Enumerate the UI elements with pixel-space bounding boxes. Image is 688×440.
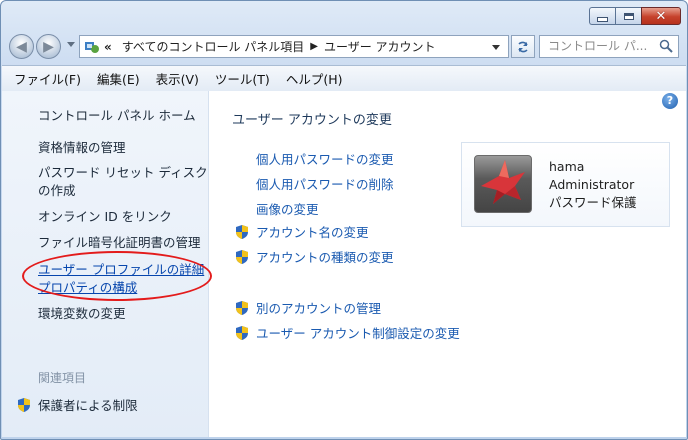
advanced-profile-properties-link-line2[interactable]: プロパティの構成 [38,279,137,297]
change-account-type-row[interactable]: アカウントの種類の変更 [234,247,394,266]
minimize-icon [597,16,608,22]
user-info: hama Administrator パスワード保護 [549,158,637,212]
address-dropdown[interactable] [492,45,500,50]
avatar[interactable] [474,155,532,213]
task-pane: コントロール パネル ホーム 資格情報の管理 パスワード リセット ディスク の… [2,91,212,437]
back-arrow-icon: ◀ [16,38,27,55]
breadcrumb-all-items[interactable]: すべてのコントロール パネル項目 [122,38,305,55]
forward-arrow-icon: ▶ [43,38,54,55]
uac-settings-row[interactable]: ユーザー アカウント制御設定の変更 [234,323,460,342]
menu-help[interactable]: ヘルプ(H) [278,69,351,88]
control-panel-home-link[interactable]: コントロール パネル ホーム [38,105,196,124]
search-placeholder: コントロール パ... [548,39,648,53]
recent-pages-dropdown[interactable] [67,42,75,47]
back-button[interactable]: ◀ [9,34,34,59]
menu-edit[interactable]: 編集(E) [89,69,148,88]
change-account-name-row[interactable]: アカウント名の変更 [234,222,369,241]
password-reset-disk-link[interactable]: パスワード リセット ディスク [38,164,208,182]
user-name: hama [549,159,585,174]
file-encryption-certs-link[interactable]: ファイル暗号化証明書の管理 [38,234,201,252]
refresh-icon [518,41,528,52]
uac-shield-icon [236,224,248,239]
address-bar[interactable]: « すべてのコントロール パネル項目 ▶ ユーザー アカウント [79,35,509,58]
breadcrumb-separator-icon[interactable]: ▶ [310,41,318,52]
environment-variables-link[interactable]: 環境変数の変更 [38,305,126,323]
see-also-header: 関連項目 [38,371,87,385]
origami-crane-icon [481,160,525,204]
uac-shield-icon [236,300,248,315]
uac-shield-icon [18,397,30,412]
uac-shield-icon [236,249,248,264]
manage-other-account-link[interactable]: 別のアカウントの管理 [256,298,381,317]
manage-credentials-link[interactable]: 資格情報の管理 [38,139,126,157]
user-password-status: パスワード保護 [549,195,637,210]
user-role: Administrator [549,177,635,192]
menu-bar: ファイル(F) 編集(E) 表示(V) ツール(T) ヘルプ(H) [2,65,686,92]
search-icon[interactable] [659,39,673,53]
search-input[interactable]: コントロール パ... [539,35,679,58]
uac-shield-icon [236,325,248,340]
address-row: ◀ ▶ « すべてのコントロール パネル項目 ▶ ユーザー アカウント コントロ… [9,33,679,61]
menu-tools[interactable]: ツール(T) [207,69,278,88]
password-reset-disk-link-line2[interactable]: の作成 [38,182,76,200]
breadcrumb-overflow[interactable]: « [104,40,112,54]
advanced-profile-properties-link[interactable]: ユーザー プロファイルの詳細 [38,261,204,279]
refresh-button[interactable] [511,35,535,58]
explorer-window: ✕ ◀ ▶ « すべてのコントロール パネル項目 ▶ ユーザー アカウント コン… [0,0,688,440]
content-area: コントロール パネル ホーム 資格情報の管理 パスワード リセット ディスク の… [2,91,686,437]
change-account-name-link[interactable]: アカウント名の変更 [256,222,369,241]
parental-controls-link[interactable]: 保護者による制限 [38,395,138,414]
page-title: ユーザー アカウントの変更 [232,113,392,128]
parental-controls-row[interactable]: 保護者による制限 [16,395,138,414]
breadcrumb-user-accounts[interactable]: ユーザー アカウント [324,38,436,55]
help-icon[interactable]: ? [662,93,678,109]
menu-file[interactable]: ファイル(F) [2,69,89,88]
change-picture-link[interactable]: 画像の変更 [256,199,319,218]
change-account-type-link[interactable]: アカウントの種類の変更 [256,247,394,266]
user-card: hama Administrator パスワード保護 [461,142,670,227]
menu-view[interactable]: 表示(V) [148,69,207,88]
forward-button[interactable]: ▶ [36,34,61,59]
minimize-button[interactable] [589,7,615,25]
close-icon: ✕ [655,8,667,24]
link-online-id-link[interactable]: オンライン ID をリンク [38,208,172,226]
manage-other-account-row[interactable]: 別のアカウントの管理 [234,298,381,317]
maximize-icon [623,12,634,20]
close-button[interactable]: ✕ [641,7,681,25]
maximize-button[interactable] [615,7,641,25]
uac-settings-link[interactable]: ユーザー アカウント制御設定の変更 [256,323,460,342]
change-password-link[interactable]: 個人用パスワードの変更 [256,149,394,168]
remove-password-link[interactable]: 個人用パスワードの削除 [256,174,394,193]
control-panel-icon [85,41,99,53]
window-caption-buttons: ✕ [589,7,681,25]
